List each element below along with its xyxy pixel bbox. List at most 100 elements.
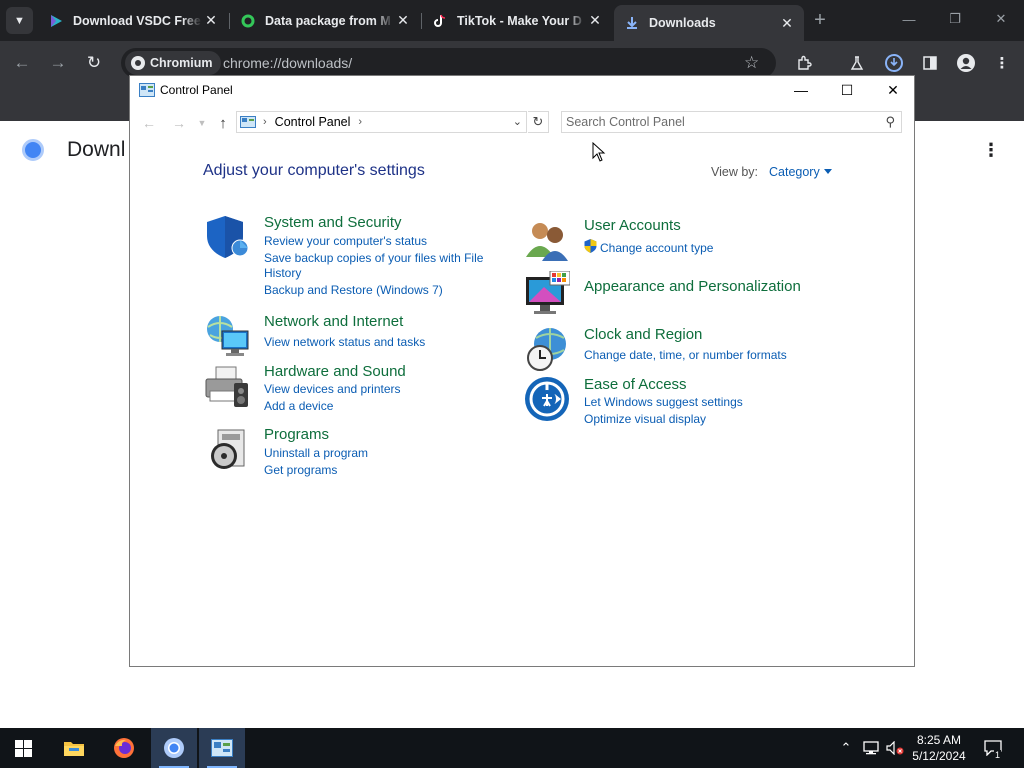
close-icon[interactable]: ✕	[778, 14, 796, 32]
category-clock-region: Clock and Region Change date, time, or n…	[524, 326, 824, 372]
back-arrow-icon[interactable]: ←	[139, 113, 159, 133]
profile-avatar-icon[interactable]	[954, 51, 978, 75]
new-tab-button[interactable]: +	[809, 9, 831, 31]
taskbar-clock[interactable]: 8:25 AM 5/12/2024	[906, 732, 972, 764]
category-network-internet: Network and Internet View network status…	[204, 313, 494, 363]
address-bar[interactable]: Chromium chrome://downloads/ ☆	[121, 48, 776, 78]
category-link[interactable]: Backup and Restore (Windows 7)	[264, 283, 443, 298]
side-panel-icon[interactable]	[918, 51, 942, 75]
firefox-icon	[114, 738, 134, 758]
tab-title: Data package from M	[265, 13, 391, 28]
window-title: Control Panel	[160, 83, 233, 97]
chevron-down-icon: ▼	[14, 14, 25, 27]
category-link[interactable]: View network status and tasks	[264, 335, 425, 350]
printer-icon	[205, 366, 248, 407]
forward-arrow-icon[interactable]: →	[46, 51, 70, 75]
close-icon[interactable]: ✕	[586, 12, 604, 30]
up-arrow-icon[interactable]: ↑	[213, 113, 233, 133]
refresh-icon[interactable]: ↻	[528, 111, 549, 133]
back-arrow-icon[interactable]: ←	[10, 51, 34, 75]
category-link[interactable]: Change date, time, or number formats	[584, 348, 787, 363]
taskbar-chromium[interactable]	[151, 728, 197, 768]
notifications-button[interactable]: 1	[980, 728, 1006, 768]
category-link[interactable]: Save backup copies of your files with Fi…	[264, 251, 483, 266]
taskbar-firefox[interactable]	[101, 728, 147, 768]
browser-close-button[interactable]: ✕	[978, 0, 1024, 38]
minimize-button[interactable]: —	[778, 76, 824, 104]
category-link[interactable]: Uninstall a program	[264, 446, 368, 461]
reload-icon[interactable]: ↻	[82, 51, 106, 75]
category-title[interactable]: Programs	[264, 426, 329, 443]
close-icon[interactable]: ✕	[394, 12, 412, 30]
start-button[interactable]	[0, 728, 46, 768]
chevron-right-icon[interactable]: ›	[358, 116, 362, 128]
users-icon	[526, 223, 568, 261]
navigation-bar: ← → ▼ ↑ › Control Panel › ⌄ ↻ ⚲	[130, 108, 914, 138]
forward-arrow-icon[interactable]: →	[169, 113, 189, 133]
network-globe-icon	[207, 316, 249, 356]
taskbar: ⌃ 8:25 AM 5/12/2024 1	[0, 728, 1024, 768]
search-icon[interactable]: ⚲	[885, 114, 895, 130]
control-panel-icon	[211, 739, 233, 757]
tab-downloads[interactable]: Downloads ✕	[614, 5, 804, 41]
browser-minimize-button[interactable]: —	[886, 0, 932, 38]
category-title[interactable]: User Accounts	[584, 217, 681, 234]
tab-title: Download VSDC Free	[73, 13, 201, 28]
tab-tiktok[interactable]: TikTok - Make Your D ✕	[422, 5, 612, 36]
control-panel-titlebar[interactable]: Control Panel — ☐ ✕	[130, 76, 914, 104]
category-link[interactable]: Change account type	[600, 241, 713, 256]
site-chip-label: Chromium	[150, 56, 213, 70]
star-icon[interactable]: ☆	[744, 53, 759, 73]
category-link[interactable]: Let Windows suggest settings	[584, 395, 743, 410]
category-link[interactable]: Review your computer's status	[264, 234, 427, 249]
browser-menu-icon[interactable]: ⋮	[990, 51, 1014, 75]
site-info-chip[interactable]: Chromium	[125, 51, 221, 75]
category-programs: Programs Uninstall a program Get program…	[204, 426, 494, 478]
caret-down-icon	[823, 169, 832, 174]
maximize-button[interactable]: ☐	[824, 76, 870, 104]
tab-vsdc[interactable]: Download VSDC Free ✕	[38, 5, 228, 36]
network-icon[interactable]	[860, 728, 882, 768]
close-button[interactable]: ✕	[870, 76, 916, 104]
tab-search-button[interactable]: ▼	[6, 7, 33, 34]
category-title[interactable]: Network and Internet	[264, 313, 403, 330]
breadcrumb-item[interactable]: Control Panel	[275, 115, 351, 129]
notification-count-badge: 1	[994, 750, 1002, 760]
close-icon[interactable]: ✕	[202, 12, 220, 30]
shield-icon	[207, 216, 249, 258]
vsdc-play-icon	[48, 13, 64, 29]
category-link[interactable]: Get programs	[264, 463, 337, 478]
extensions-icon[interactable]	[792, 51, 816, 75]
flask-icon[interactable]	[845, 51, 869, 75]
clock-date: 5/12/2024	[912, 749, 966, 763]
programs-disc-icon	[211, 429, 245, 469]
chevron-down-icon[interactable]: ⌄	[513, 115, 522, 128]
category-link[interactable]: History	[264, 266, 301, 281]
category-link[interactable]: View devices and printers	[264, 382, 401, 397]
downloads-progress-icon[interactable]	[882, 51, 906, 75]
category-title[interactable]: Ease of Access	[584, 376, 687, 393]
breadcrumb[interactable]: › Control Panel › ⌄	[236, 111, 527, 133]
search-input[interactable]	[566, 114, 866, 130]
category-link[interactable]: Optimize visual display	[584, 412, 706, 427]
recent-locations-chevron-icon[interactable]: ▼	[192, 113, 212, 133]
show-hidden-icons-chevron[interactable]: ⌃	[836, 728, 856, 768]
tab-title: TikTok - Make Your D	[457, 13, 582, 28]
category-title[interactable]: System and Security	[264, 214, 402, 231]
category-link[interactable]: Add a device	[264, 399, 333, 414]
view-by-dropdown[interactable]: Category	[769, 165, 832, 179]
browser-restore-button[interactable]: ❐	[932, 0, 978, 38]
view-by-value: Category	[769, 165, 820, 179]
volume-muted-icon[interactable]	[884, 728, 906, 768]
tab-data-package[interactable]: Data package from M ✕	[230, 5, 420, 36]
taskbar-control-panel[interactable]	[199, 728, 245, 768]
category-title[interactable]: Hardware and Sound	[264, 363, 406, 380]
green-ring-icon	[240, 13, 256, 29]
search-box[interactable]: ⚲	[561, 111, 902, 133]
category-title[interactable]: Appearance and Personalization	[584, 278, 801, 295]
downloads-menu-icon[interactable]: ⋮	[982, 140, 1000, 161]
taskbar-file-explorer[interactable]	[51, 728, 97, 768]
page-heading: Adjust your computer's settings	[203, 162, 425, 179]
url-text: chrome://downloads/	[223, 55, 353, 71]
category-title[interactable]: Clock and Region	[584, 326, 702, 343]
